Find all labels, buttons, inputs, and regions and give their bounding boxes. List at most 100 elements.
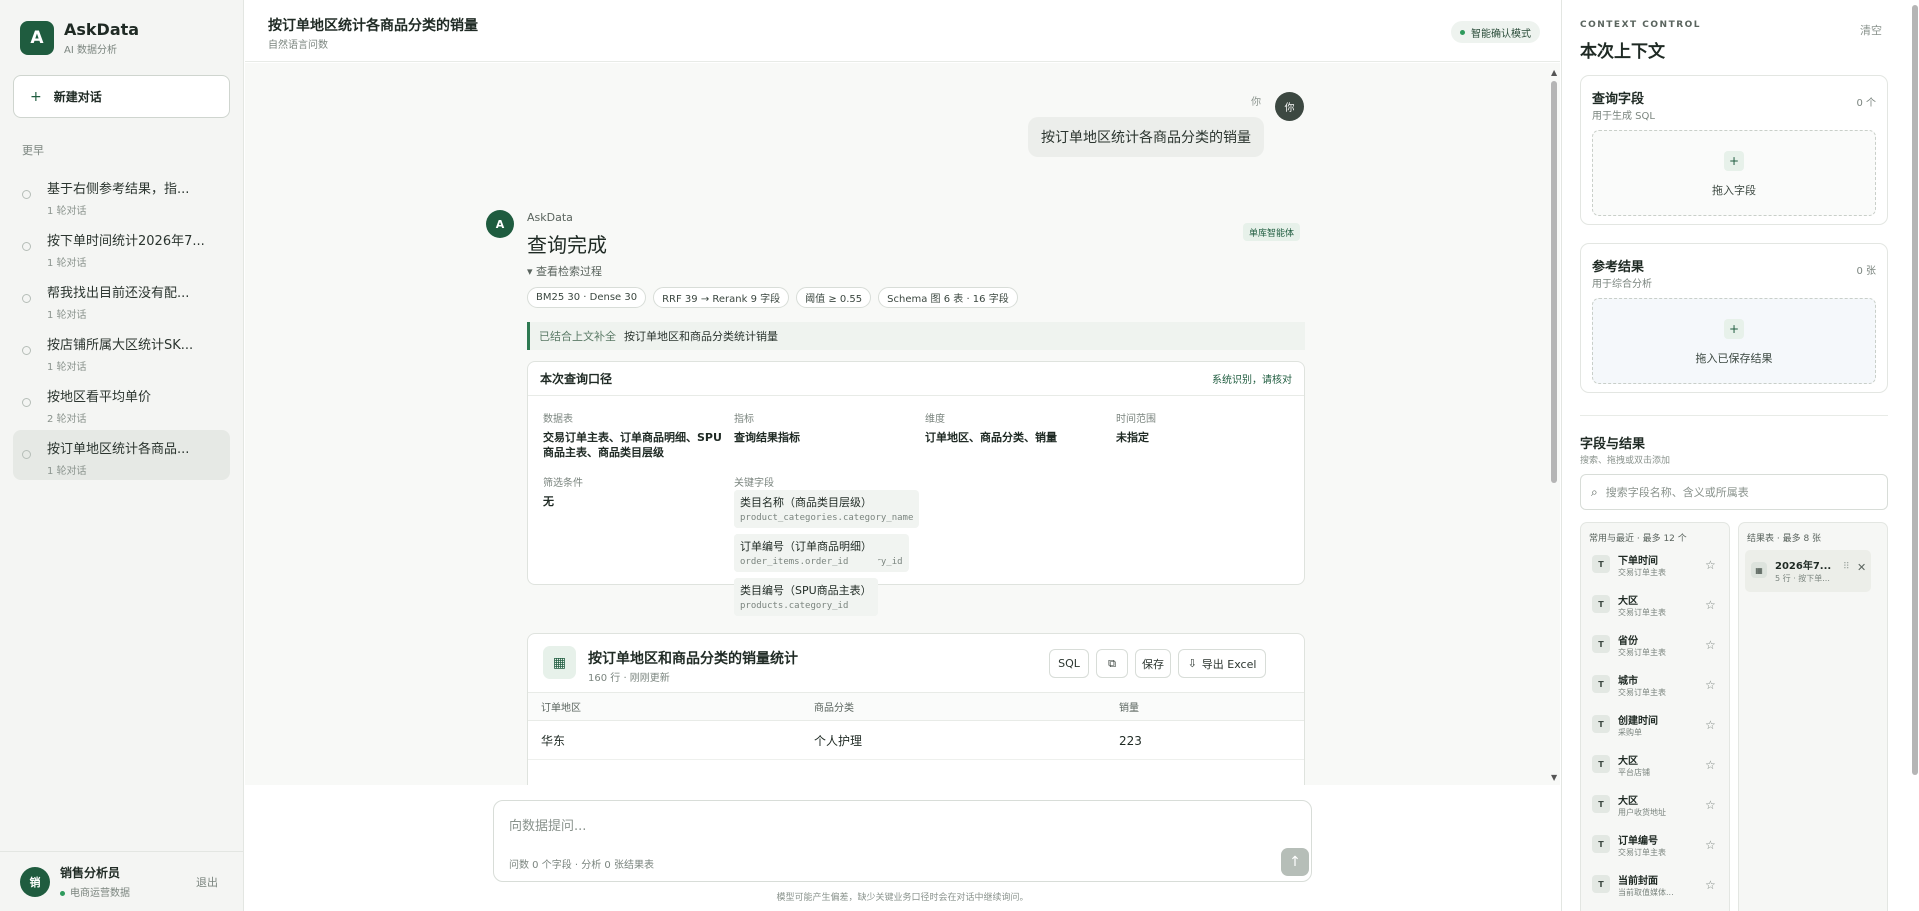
sql-button[interactable]: SQL [1049,649,1089,678]
history-item[interactable]: 基于右侧参考结果，指... 1 轮对话 [13,170,230,220]
composer-hint: 问数 0 个字段 · 分析 0 张结果表 [509,860,654,871]
key-field-chip[interactable]: 类目名称（商品类目层级） product_categories.category_… [734,490,920,528]
result-table-item[interactable]: ▦ 2026年7... 5 行 · 按下单... ⠿ ✕ [1745,550,1871,592]
field-search-input[interactable]: ⌕ 搜索字段名称、含义或所属表 [1580,474,1888,510]
star-icon[interactable]: ☆ [1705,678,1716,692]
field-item[interactable]: T 创建时间 采购单 ☆ [1587,707,1723,743]
star-icon[interactable]: ☆ [1705,838,1716,852]
result-drop-zone[interactable]: + 拖入已保存结果 [1592,298,1876,384]
context-value: 按订单地区和商品分类统计销量 [624,330,778,343]
history-item[interactable]: 按下单时间统计2026年7... 1 轮对话 [13,222,230,272]
result-table-name: 2026年7... [1775,561,1832,572]
fields-results-title: 字段与结果 [1580,437,1646,452]
table-cell: 华东 [541,734,566,748]
user-role: 电商运营数据 [60,884,130,899]
column-header[interactable]: 商品分类 [814,693,854,720]
history-title: 基于右侧参考结果，指... [47,182,190,197]
bot-avatar: A [486,210,514,238]
column-header[interactable]: 销量 [1119,693,1139,720]
field-item[interactable]: T 订单编号 交易订单主表 ☆ [1587,827,1723,863]
send-button[interactable]: ↑ [1281,848,1309,876]
star-icon[interactable]: ☆ [1705,878,1716,892]
export-label: 导出 Excel [1201,657,1257,671]
field-item[interactable]: T 城市 交易订单主表 ☆ [1587,667,1723,703]
field-item-table: 交易订单主表 [1618,688,1666,697]
field-item-table: 交易订单主表 [1618,848,1666,857]
drag-handle-icon[interactable]: ⠿ [1843,562,1850,572]
field-name: 类目编号（SPU商品主表） [740,584,872,597]
key-field-chip[interactable]: 类目编号（SPU商品主表） products.category_id [734,578,878,616]
star-icon[interactable]: ☆ [1705,638,1716,652]
column-header[interactable]: 订单地区 [541,693,581,720]
history-title: 按地区看平均单价 [47,390,152,405]
user-message: 按订单地区统计各商品分类的销量 [1028,117,1264,157]
history-item[interactable]: 帮我找出目前还没有配... 1 轮对话 [13,274,230,324]
history-meta: 1 轮对话 [47,310,87,321]
save-button[interactable]: 保存 [1135,649,1171,678]
field-name: 订单编号（订单商品明细） [740,540,872,553]
filter-label: 筛选条件 [543,478,583,489]
chat-scrollbar[interactable]: ▲ ▼ [1548,63,1560,785]
plus-icon: + [1724,319,1744,339]
logout-button[interactable]: 退出 [196,874,218,890]
star-icon[interactable]: ☆ [1705,758,1716,772]
field-item[interactable]: T 大区 平台店铺 ☆ [1587,747,1723,783]
history-item[interactable]: 按地区看平均单价 2 轮对话 [13,378,230,428]
table-header: 订单地区 商品分类 销量 [528,692,1304,721]
plus-icon: + [1724,151,1744,171]
context-completion: 已结合上文补全 按订单地区和商品分类统计销量 [527,322,1305,350]
trace-toggle[interactable]: ▾ 查看检索过程 [527,263,602,279]
chat-thread[interactable]: 你 你 按订单地区统计各商品分类的销量 A AskData 查询完成 单库智能体… [245,63,1560,785]
metric-value: 查询结果指标 [734,431,800,444]
field-drop-zone[interactable]: + 拖入字段 [1592,130,1876,216]
result-card: ▦ 按订单地区和商品分类的销量统计 160 行 · 刚刚更新 SQL ⧉ 保存 … [527,633,1305,785]
copy-button[interactable]: ⧉ [1096,649,1128,678]
table-cell: 个人护理 [814,734,863,748]
retrieval-chips: BM25 30 · Dense 30 RRF 39 → Rerank 9 字段 阈值… [527,287,1018,308]
field-item[interactable]: T 省份 交易订单主表 ☆ [1587,627,1723,663]
scroll-down-icon[interactable]: ▼ [1551,773,1557,782]
table-icon: ▦ [1751,562,1767,578]
clear-button[interactable]: 清空 [1860,22,1882,38]
fields-results-sub: 搜索、拖拽或双击添加 [1580,456,1671,466]
field-item-table: 采购单 [1618,728,1642,737]
star-icon[interactable]: ☆ [1705,598,1716,612]
scroll-thumb[interactable] [1551,81,1557,483]
panel-scrollbar[interactable] [1908,0,1919,911]
scroll-thumb[interactable] [1912,5,1918,775]
chat-bubble-icon [22,450,31,459]
star-icon[interactable]: ☆ [1705,558,1716,572]
star-icon[interactable]: ☆ [1705,798,1716,812]
result-tables-header: 结果表 · 最多 8 张 [1747,534,1822,544]
metric-label: 指标 [734,414,754,425]
export-excel-button[interactable]: ⇩ 导出 Excel [1178,649,1266,678]
history-item[interactable]: 按订单地区统计各商品... 1 轮对话 [13,430,230,480]
field-item[interactable]: T 当前封面 当前取值媒体... ☆ [1587,867,1723,903]
field-item[interactable]: T 下单时间 交易订单主表 ☆ [1587,547,1723,583]
field-type-badge: T [1592,555,1610,573]
question-input[interactable]: 向数据提问... [509,815,586,834]
mode-badge-label: 智能确认模式 [1471,28,1531,40]
field-item[interactable]: T 大区 用户收货地址 ☆ [1587,787,1723,823]
dimension-field: 维度 订单地区、商品分类、销量 [925,410,1057,445]
field-item[interactable]: T 大区 交易订单主表 ☆ [1587,587,1723,623]
history-item[interactable]: 按店铺所属大区统计SK... 1 轮对话 [13,326,230,376]
mode-badge[interactable]: 智能确认模式 [1451,21,1540,43]
scope-note[interactable]: 系统识别，请核对 [1212,371,1292,386]
user-tag: 你 [1251,97,1261,108]
field-type-badge: T [1592,875,1610,893]
key-field-chip[interactable]: 订单编号（订单商品明细） order_items.order_id [734,534,878,572]
close-icon[interactable]: ✕ [1857,561,1866,574]
composer[interactable]: 向数据提问... 问数 0 个字段 · 分析 0 张结果表 ↑ [493,800,1312,882]
history-meta: 2 轮对话 [47,414,87,425]
field-code: product_categories.category_name [740,513,914,523]
star-icon[interactable]: ☆ [1705,718,1716,732]
new-chat-button[interactable]: + 新建对话 [13,75,230,118]
chat-bubble-icon [22,294,31,303]
result-meta: 160 行 · 刚刚更新 [588,673,670,684]
history-meta: 1 轮对话 [47,206,87,217]
user-name: 销售分析员 [60,866,121,880]
scroll-up-icon[interactable]: ▲ [1551,68,1557,77]
table-row: 华东 个人护理 223 [528,722,1304,760]
ref-results-count: 0 张 [1856,266,1876,277]
